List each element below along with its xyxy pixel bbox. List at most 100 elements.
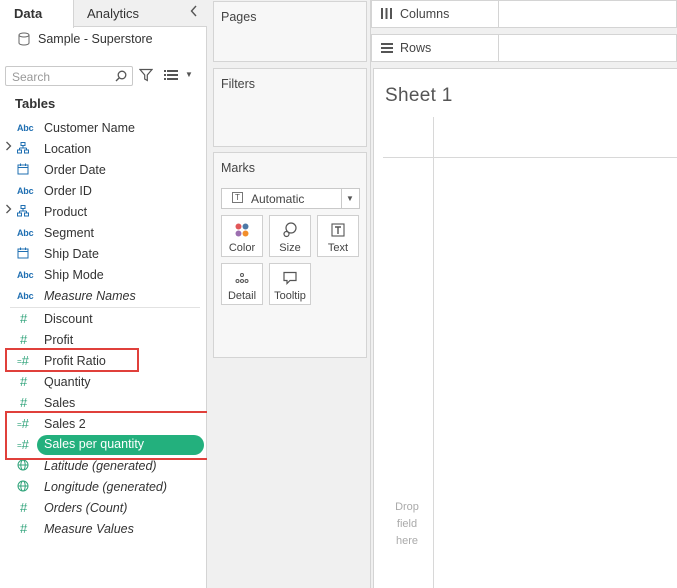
search-placeholder: Search [12,70,51,84]
dimensions-field[interactable]: Abc Segment [0,223,207,243]
chevron-down-icon: ▼ [346,194,354,203]
filters-shelf[interactable]: Filters [213,68,367,147]
data-pane: Data Analytics Sample - Superstore Searc… [0,0,212,588]
field-name: Orders (Count) [44,501,128,515]
rows-shelf-header: Rows [372,35,499,61]
geo-type-icon [17,459,35,473]
chevron-right-icon[interactable] [5,141,12,154]
marks-card: Marks T Automatic ▼ Color Size Text Deta… [213,152,367,358]
chevron-right-icon[interactable] [5,204,12,217]
tab-analytics[interactable]: Analytics [74,0,207,27]
field-name: Customer Name [44,121,135,135]
drop-hint-line: Drop [395,501,419,513]
color-button[interactable]: Color [221,215,263,257]
field-name: Segment [44,226,95,240]
measures-field[interactable]: # Profit [0,330,207,350]
marks-title: Marks [221,161,256,175]
field-name: Longitude (generated) [44,480,168,494]
rows-shelf[interactable]: Rows [371,34,677,62]
filter-icon[interactable] [138,68,154,85]
shelves-pane: Pages Filters Marks T Automatic ▼ Color … [207,0,371,588]
search-input[interactable]: Search [5,66,133,86]
size-button[interactable]: Size [269,215,311,257]
measures-field[interactable]: # Sales [0,393,207,413]
string-type-icon: Abc [17,123,34,133]
detail-label: Detail [227,290,257,302]
number-type-icon: # [20,374,28,389]
columns-icon [381,8,392,22]
field-name: Sales [44,396,76,410]
measures-field[interactable]: Longitude (generated) [0,477,207,497]
measures-field[interactable]: # Orders (Count) [0,498,207,518]
string-type-icon: Abc [17,186,34,196]
dimensions-field[interactable]: Location [0,139,207,159]
drop-hint-line: field [396,518,418,530]
view-dropdown-icon[interactable]: ▼ [185,70,193,79]
size-label: Size [279,242,301,254]
detail-button[interactable]: Detail [221,263,263,305]
tab-data[interactable]: Data [0,0,74,28]
pages-shelf[interactable]: Pages [213,1,367,62]
field-name: Product [44,205,88,219]
tooltip-label: Tooltip [274,290,306,302]
dimensions-field[interactable]: Ship Date [0,244,207,264]
dimensions-field[interactable]: Abc Customer Name [0,118,207,138]
text-icon [318,222,358,238]
pane-tabs: Data Analytics [0,0,207,28]
hierarchy-type-icon [17,205,35,219]
tables-heading: Tables [15,96,56,111]
color-label: Color [228,242,256,254]
date-type-icon [17,247,35,261]
dimensions-field[interactable]: Abc Ship Mode [0,265,207,285]
dimensions-field[interactable]: Product [0,202,207,222]
worksheet-area: Columns Rows Sheet 1 Drop field here [371,0,677,588]
field-name: Measure Names [44,289,136,303]
text-button[interactable]: Text [317,215,359,257]
data-source[interactable]: Sample - Superstore [18,32,153,46]
rows-label: Rows [400,41,432,55]
highlight-box-profit-ratio [5,348,139,372]
date-type-icon [17,163,35,177]
number-type-icon: # [20,332,28,347]
field-name: Measure Values [44,522,134,536]
highlight-box-sales-fields [5,411,212,460]
columns-label: Columns [400,7,450,21]
drop-hint-line: here [395,535,419,547]
measures-field[interactable]: # Quantity [0,372,207,392]
string-type-icon: Abc [17,291,34,301]
search-icon[interactable] [115,70,127,85]
sheet-title[interactable]: Sheet 1 [385,85,453,107]
dimensions-field[interactable]: Abc Measure Names [0,286,207,306]
view-divider-horizontal [383,157,677,158]
size-icon [270,222,310,238]
columns-shelf-header: Columns [372,1,499,27]
measures-field[interactable]: # Measure Values [0,519,207,539]
field-name: Latitude (generated) [44,459,157,473]
rows-icon [381,42,393,56]
number-type-icon: # [20,521,28,536]
field-name: Discount [44,312,93,326]
dimensions-measures-divider [10,307,200,308]
collapse-pane-chevron-icon[interactable] [190,4,198,20]
detail-icon [222,270,262,286]
mark-type-label: Automatic [251,192,305,206]
filters-title: Filters [221,77,256,91]
dimensions-field[interactable]: Abc Order ID [0,181,207,201]
data-source-name: Sample - Superstore [38,32,153,46]
drop-field-zone[interactable]: Drop field here [387,499,427,550]
columns-shelf[interactable]: Columns [371,0,677,28]
view-divider-vertical [433,117,434,588]
field-name: Ship Date [44,247,99,261]
view-list-icon[interactable] [164,69,178,83]
hierarchy-type-icon [17,142,35,156]
text-label: Text [327,242,349,254]
mark-type-dropdown[interactable]: T Automatic ▼ [221,188,360,209]
dimensions-field[interactable]: Order Date [0,160,207,180]
measures-field[interactable]: # Discount [0,309,207,329]
number-type-icon: # [20,311,28,326]
view-canvas[interactable]: Sheet 1 Drop field here [373,68,677,588]
number-type-icon: # [20,500,28,515]
field-name: Ship Mode [44,268,104,282]
field-name: Location [44,142,92,156]
tooltip-button[interactable]: Tooltip [269,263,311,305]
